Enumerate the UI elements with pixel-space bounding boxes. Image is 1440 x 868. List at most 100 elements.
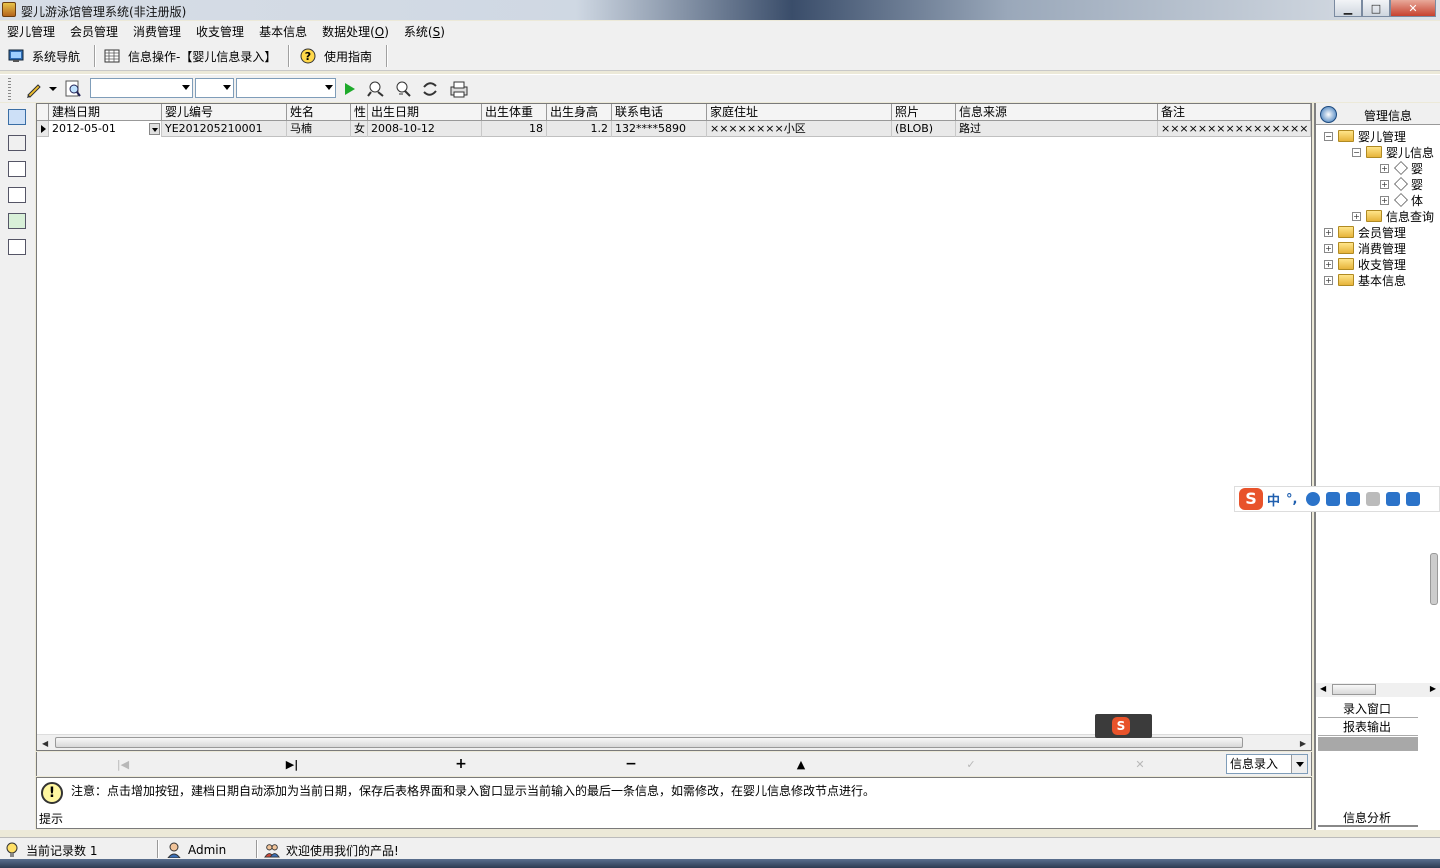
info-analysis-button[interactable]: 信息分析 (1318, 810, 1418, 827)
column-header[interactable]: 家庭住址 (707, 104, 892, 121)
table-cell[interactable]: YE201205210001 (162, 121, 287, 137)
table-cell[interactable]: 1.2 (547, 121, 612, 137)
table-cell[interactable]: (BLOB) (892, 121, 956, 137)
table-cell[interactable]: ××××××××小区 (707, 121, 892, 137)
menu-basic-info[interactable]: 基本信息 (252, 23, 315, 40)
keyboard-icon[interactable] (1346, 492, 1361, 506)
edit-dropdown-icon[interactable] (48, 80, 58, 98)
add-record-icon[interactable]: + (453, 756, 469, 772)
table-cell[interactable]: ×××××××××××××××× (1158, 121, 1311, 137)
panel-vertical-scroll-thumb[interactable] (1430, 553, 1438, 605)
tab-system-nav[interactable]: 系统导航 (8, 43, 80, 69)
mode-select[interactable]: 信息录入 (1226, 754, 1308, 774)
edit-record-icon[interactable]: ▲ (793, 756, 809, 772)
tree-node[interactable]: + 信息查询 (1352, 208, 1434, 224)
find-icon[interactable] (367, 80, 385, 98)
tree-view-icon[interactable] (8, 135, 26, 151)
ime-mini-toolbar[interactable]: S (1095, 714, 1152, 738)
tree-node[interactable]: + 婴 (1380, 176, 1423, 192)
column-header[interactable]: 建档日期 (49, 104, 162, 121)
skin-icon[interactable] (1386, 492, 1401, 506)
user-icon[interactable] (1366, 492, 1381, 506)
table-cell[interactable]: 2012-05-01 (49, 121, 162, 137)
menu-bar: 婴儿管理 会员管理 消费管理 收支管理 基本信息 数据处理(O) 系统(S) (0, 21, 1440, 41)
scroll-right-icon[interactable]: ▶ (1300, 739, 1306, 748)
last-record-icon[interactable]: ▶| (284, 756, 300, 772)
preview-icon[interactable] (64, 80, 82, 98)
table-cell[interactable]: 马楠 (287, 121, 351, 137)
tree-node[interactable]: − 婴儿信息 (1352, 144, 1434, 160)
toolbar-grip[interactable] (8, 78, 11, 100)
minimize-button[interactable]: ▁ (1334, 0, 1362, 17)
column-header[interactable]: 备注 (1158, 104, 1311, 121)
find-next-icon[interactable] (394, 80, 412, 98)
column-header[interactable]: 姓名 (287, 104, 351, 121)
report-icon[interactable] (8, 239, 26, 255)
panel-horizontal-scrollbar[interactable]: ◀ ▶ (1316, 683, 1440, 697)
chevron-down-icon[interactable] (149, 123, 160, 135)
microphone-icon[interactable] (1326, 492, 1341, 506)
operator-combo[interactable] (195, 78, 234, 98)
delete-record-icon[interactable]: − (623, 756, 639, 772)
tree-node[interactable]: + 体 (1380, 192, 1423, 208)
field-combo[interactable] (90, 78, 193, 98)
column-header[interactable]: 出生日期 (368, 104, 482, 121)
grid-apps-icon[interactable] (1406, 492, 1421, 506)
tree-node[interactable]: + 消费管理 (1324, 240, 1406, 256)
edit-icon[interactable] (25, 80, 43, 98)
menu-baby[interactable]: 婴儿管理 (0, 23, 63, 40)
table-cell[interactable]: 132****5890 (612, 121, 707, 137)
emoji-icon[interactable] (1306, 492, 1321, 506)
scroll-right-icon[interactable]: ▶ (1430, 684, 1436, 693)
cancel-record-icon[interactable]: ✕ (1132, 756, 1148, 772)
print-icon[interactable] (449, 80, 469, 98)
play-icon[interactable] (341, 80, 359, 98)
ime-mode[interactable]: 中 (1267, 490, 1280, 509)
document-icon[interactable] (8, 187, 26, 203)
table-row[interactable]: 2012-05-01 YE201205210001 马楠 女 2008-10-1… (37, 121, 1311, 137)
entry-window-button[interactable]: 录入窗口 (1318, 701, 1418, 718)
tree-node[interactable]: + 基本信息 (1324, 272, 1406, 288)
tree-node[interactable]: − 婴儿管理 (1324, 128, 1406, 144)
scroll-thumb[interactable] (1332, 684, 1376, 695)
table-cell[interactable]: 2008-10-12 (368, 121, 482, 137)
table-cell[interactable]: 女 (351, 121, 368, 137)
column-header[interactable]: 出生体重 (482, 104, 547, 121)
column-header[interactable]: 信息来源 (956, 104, 1158, 121)
chevron-down-icon[interactable] (1291, 755, 1307, 773)
menu-member[interactable]: 会员管理 (63, 23, 126, 40)
post-record-icon[interactable]: ✓ (963, 756, 979, 772)
ime-punct[interactable]: °, (1286, 492, 1297, 507)
tree-node[interactable]: + 婴 (1380, 160, 1423, 176)
tree-node[interactable]: + 会员管理 (1324, 224, 1406, 240)
close-button[interactable]: ✕ (1390, 0, 1436, 17)
menu-system[interactable]: 系统(S) (397, 23, 453, 40)
ime-toolbar[interactable]: S 中 °, (1234, 486, 1440, 512)
chart-icon[interactable] (8, 213, 26, 229)
tab-user-guide[interactable]: ? 使用指南 (300, 43, 372, 69)
value-combo[interactable] (236, 78, 336, 98)
scroll-thumb[interactable] (55, 737, 1243, 748)
column-header[interactable]: 照片 (892, 104, 956, 121)
refresh-icon[interactable] (421, 80, 439, 98)
grid-view-icon[interactable] (8, 109, 26, 125)
maximize-button[interactable]: □ (1362, 0, 1390, 17)
column-header[interactable]: 性 (351, 104, 368, 121)
tree-node[interactable]: + 收支管理 (1324, 256, 1406, 272)
tab-info-operation[interactable]: 信息操作-【婴儿信息录入】 (104, 43, 276, 69)
selected-button[interactable] (1318, 737, 1418, 751)
scroll-left-icon[interactable]: ◀ (1320, 684, 1326, 693)
menu-consume[interactable]: 消费管理 (126, 23, 189, 40)
first-record-icon[interactable]: |◀ (115, 756, 131, 772)
folder-icon (1338, 242, 1354, 254)
table-cell[interactable]: 路过 (956, 121, 1158, 137)
column-header[interactable]: 婴儿编号 (162, 104, 287, 121)
menu-finance[interactable]: 收支管理 (189, 23, 252, 40)
scroll-left-icon[interactable]: ◀ (42, 739, 48, 748)
menu-data[interactable]: 数据处理(O) (315, 23, 397, 40)
column-header[interactable]: 联系电话 (612, 104, 707, 121)
card-view-icon[interactable] (8, 161, 26, 177)
table-cell[interactable]: 18 (482, 121, 547, 137)
column-header[interactable]: 出生身高 (547, 104, 612, 121)
report-output-button[interactable]: 报表输出 (1318, 719, 1418, 736)
